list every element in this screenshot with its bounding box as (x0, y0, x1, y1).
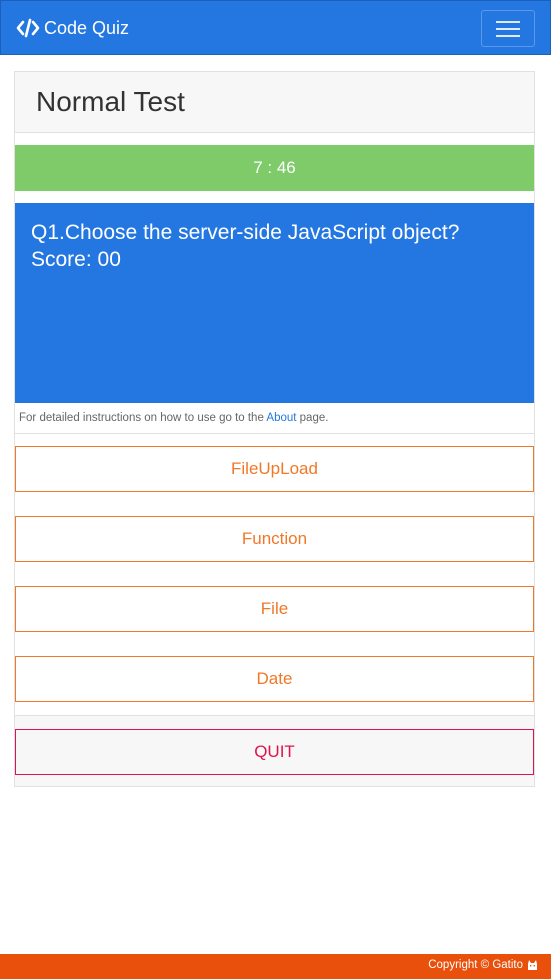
copyright: Copyright © Gatito (428, 959, 538, 971)
navbar-toggle-button[interactable] (481, 10, 535, 47)
score-text: Score: 00 (31, 248, 121, 271)
hamburger-icon (496, 21, 520, 37)
about-link[interactable]: About (266, 412, 296, 424)
card-header: Normal Test (15, 72, 534, 133)
copyright-text: Copyright © Gatito (428, 959, 523, 971)
question-text: Q1.Choose the server-side JavaScript obj… (31, 221, 460, 244)
instructions-text: For detailed instructions on how to use … (15, 403, 534, 434)
brand-label: Code Quiz (44, 17, 130, 38)
brand-link[interactable]: Code Quiz (16, 16, 129, 40)
cat-icon (527, 959, 538, 971)
card-footer: QUIT (15, 715, 534, 786)
instructions-suffix: page. (296, 412, 329, 424)
answer-button-3[interactable]: File (15, 586, 534, 632)
question-panel: Q1.Choose the server-side JavaScript obj… (15, 203, 534, 403)
answer-button-1[interactable]: FileUpLoad (15, 446, 534, 492)
quit-button[interactable]: QUIT (15, 729, 534, 775)
answer-button-4[interactable]: Date (15, 656, 534, 702)
instructions-prefix: For detailed instructions on how to use … (19, 412, 267, 424)
answer-button-2[interactable]: Function (15, 516, 534, 562)
timer-bar: 7 : 46 (15, 145, 534, 191)
navbar: Code Quiz (0, 0, 551, 55)
code-icon (16, 18, 40, 38)
page-footer: Copyright © Gatito (0, 954, 551, 979)
page-title: Normal Test (36, 86, 185, 117)
quiz-card: Normal Test 7 : 46 Q1.Choose the server-… (14, 71, 535, 787)
